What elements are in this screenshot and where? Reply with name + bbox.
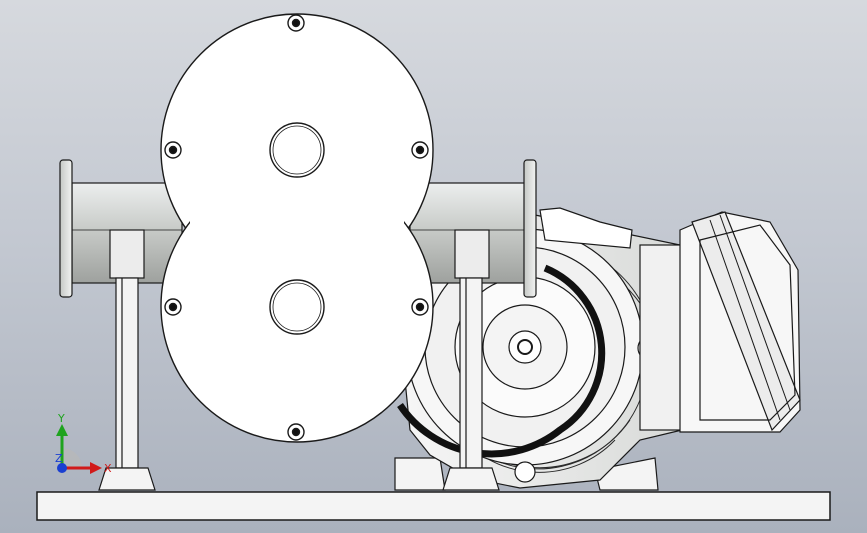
terminal-box[interactable] bbox=[639, 211, 801, 433]
coordinate-triad: Y X Z bbox=[55, 412, 112, 475]
x-axis-label: X bbox=[104, 462, 112, 475]
upper-rotor-boss bbox=[269, 122, 325, 178]
y-axis-head bbox=[56, 424, 68, 436]
cad-viewport[interactable] bbox=[0, 0, 867, 533]
base-plate[interactable] bbox=[36, 491, 831, 521]
pump-casing[interactable] bbox=[160, 13, 434, 443]
lower-rotor-boss bbox=[269, 279, 325, 335]
y-axis-label: Y bbox=[57, 412, 65, 425]
z-axis-label: Z bbox=[55, 452, 63, 465]
x-axis-head bbox=[90, 462, 102, 474]
